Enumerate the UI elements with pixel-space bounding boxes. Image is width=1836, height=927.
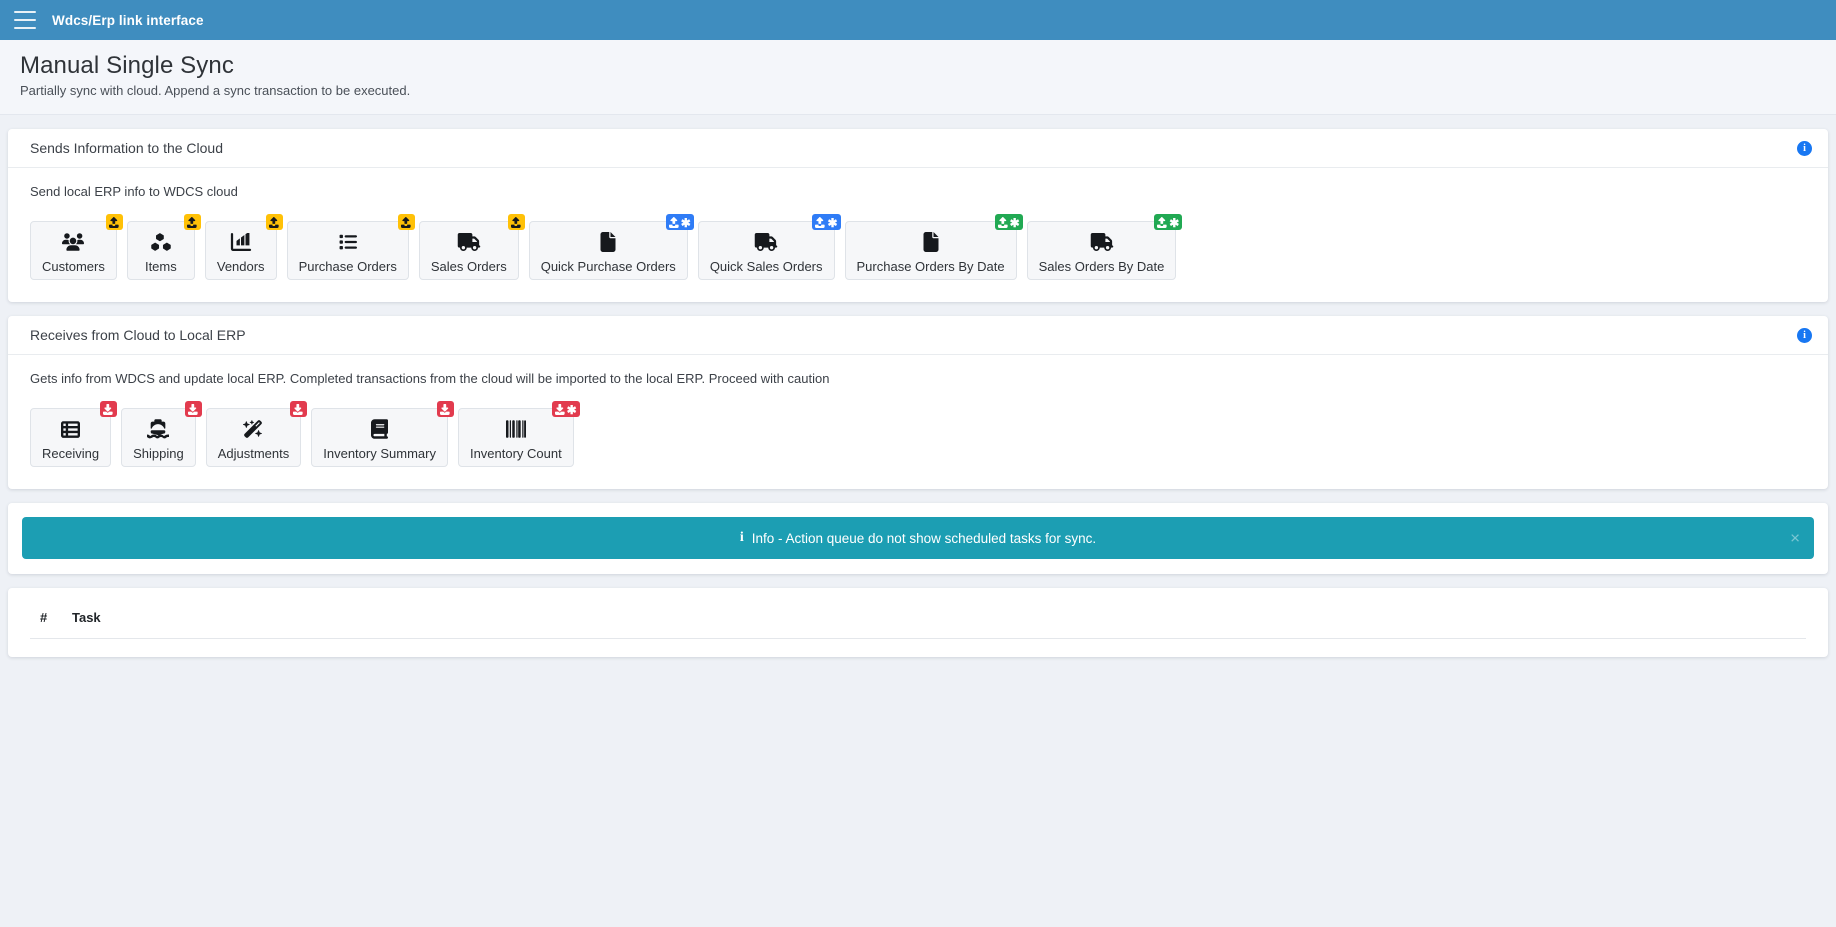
boxes-icon: [151, 231, 171, 253]
task-table-column-header: #: [30, 610, 72, 639]
receive_card-button-adjustments[interactable]: Adjustments: [205, 401, 308, 467]
task-table-column-header: Task: [72, 610, 1806, 639]
info-icon[interactable]: i: [1797, 327, 1812, 343]
sync-button-label: Sales Orders By Date: [1038, 259, 1165, 274]
sync-button-label: Sales Orders: [430, 259, 507, 274]
send_card-button-customers[interactable]: Customers: [30, 214, 123, 280]
send-button-row: Customers Items Vendors Purchase Orders Sale…: [30, 213, 1806, 280]
file-icon: [923, 231, 939, 253]
badge-upload-icon: ✱: [665, 214, 694, 230]
users-icon: [62, 231, 85, 253]
sync-button-label: Vendors: [216, 259, 265, 274]
badge-upload-icon: [397, 214, 415, 230]
sends-to-cloud-card: Sends Information to the Cloud i Send lo…: [8, 129, 1828, 302]
truck-icon: [754, 231, 778, 253]
send_card-button-purchase-orders[interactable]: Purchase Orders: [286, 214, 415, 280]
sync-button-label: Quick Sales Orders: [709, 259, 823, 274]
badge-download-icon: [436, 401, 454, 417]
receive-button-row: Receiving Shipping Adjustments Inventory Su…: [30, 400, 1806, 467]
star-icon: ✱: [566, 403, 577, 417]
alert-message: Info - Action queue do not show schedule…: [751, 530, 1097, 546]
book-icon: [371, 418, 389, 440]
page-subtitle: Partially sync with cloud. Append a sync…: [20, 83, 411, 98]
receive_card-button-receiving[interactable]: Receiving: [30, 401, 118, 467]
badge-upload-icon: [105, 214, 123, 230]
badge-upload-icon: [507, 214, 525, 230]
receives-card-description: Gets info from WDCS and update local ERP…: [30, 371, 830, 386]
navbar-brand[interactable]: Wdcs/Erp link interface: [52, 13, 204, 28]
table-list-icon: [61, 418, 81, 440]
wand-icon: [243, 418, 263, 440]
sync-button-label: Items: [144, 259, 177, 274]
close-icon[interactable]: ×: [1790, 530, 1800, 547]
list-icon: [338, 231, 358, 253]
star-icon: ✱: [827, 216, 838, 230]
receives-card-body: Gets info from WDCS and update local ERP…: [8, 355, 1828, 489]
receive_card-button-shipping[interactable]: Shipping: [121, 401, 202, 467]
star-icon: ✱: [680, 216, 691, 230]
sync-button-label: Inventory Count: [469, 446, 562, 461]
send_card-button-purchase-orders-by-date[interactable]: ✱ Purchase Orders By Date: [844, 214, 1023, 280]
info-icon[interactable]: i: [1797, 140, 1812, 156]
alert-content: i Info - Action queue do not show schedu…: [740, 530, 1096, 546]
sends-card-header: Sends Information to the Cloud i: [8, 129, 1828, 168]
receives-card-header: Receives from Cloud to Local ERP i: [8, 316, 1828, 355]
send_card-button-sales-orders-by-date[interactable]: ✱ Sales Orders By Date: [1026, 214, 1183, 280]
task-table: # Task: [30, 610, 1806, 639]
info-icon: i: [739, 530, 744, 545]
sync-button-label: Receiving: [42, 446, 100, 461]
task-table-header-row: # Task: [30, 610, 1806, 639]
task-table-head: # Task: [30, 610, 1806, 639]
send_card-button-sales-orders[interactable]: Sales Orders: [418, 214, 525, 280]
send_card-button-quick-purchase-orders[interactable]: ✱ Quick Purchase Orders: [528, 214, 694, 280]
sends-card-title: Sends Information to the Cloud: [30, 140, 224, 156]
top-navbar: Wdcs/Erp link interface: [0, 0, 1836, 40]
star-icon: ✱: [1169, 216, 1180, 230]
factory-icon: [230, 231, 252, 253]
star-icon: ✱: [1009, 216, 1020, 230]
hamburger-icon[interactable]: [14, 11, 36, 29]
send_card-button-items[interactable]: Items: [126, 214, 201, 280]
sends-card-description: Send local ERP info to WDCS cloud: [30, 184, 238, 199]
badge-upload-icon: ✱: [1154, 214, 1183, 230]
receive_card-button-inventory-count[interactable]: ✱ Inventory Count: [457, 401, 580, 467]
barcode-icon: [505, 418, 527, 440]
page-title: Manual Single Sync: [20, 52, 234, 79]
truck-icon: [457, 231, 481, 253]
badge-upload-icon: [265, 214, 283, 230]
truck-icon: [1090, 231, 1114, 253]
send_card-button-vendors[interactable]: Vendors: [204, 214, 283, 280]
badge-download-icon: [184, 401, 202, 417]
sync-button-label: Adjustments: [217, 446, 290, 461]
sync-button-label: Shipping: [133, 446, 184, 461]
badge-upload-icon: [183, 214, 201, 230]
ship-icon: [147, 418, 170, 440]
badge-download-icon: [100, 401, 118, 417]
badge-upload-icon: ✱: [812, 214, 841, 230]
page-header: Manual Single Sync Partially sync with c…: [0, 40, 1836, 115]
sync-button-label: Inventory Summary: [323, 446, 436, 461]
alert-card: i Info - Action queue do not show schedu…: [8, 503, 1828, 574]
sync-button-label: Purchase Orders By Date: [856, 259, 1005, 274]
info-alert: i Info - Action queue do not show schedu…: [22, 517, 1814, 559]
send_card-button-quick-sales-orders[interactable]: ✱ Quick Sales Orders: [697, 214, 841, 280]
badge-upload-icon: ✱: [994, 214, 1023, 230]
receives-from-cloud-card: Receives from Cloud to Local ERP i Gets …: [8, 316, 1828, 489]
file-icon: [600, 231, 616, 253]
badge-download-icon: [290, 401, 308, 417]
sync-button-label: Quick Purchase Orders: [540, 259, 676, 274]
sends-card-body: Send local ERP info to WDCS cloud Custom…: [8, 168, 1828, 302]
receives-card-title: Receives from Cloud to Local ERP: [30, 327, 246, 343]
receive_card-button-inventory-summary[interactable]: Inventory Summary: [311, 401, 454, 467]
task-queue-card: # Task: [8, 588, 1828, 657]
sync-button-label: Customers: [42, 259, 105, 274]
badge-download-icon: ✱: [551, 401, 580, 417]
sync-button-label: Purchase Orders: [298, 259, 397, 274]
